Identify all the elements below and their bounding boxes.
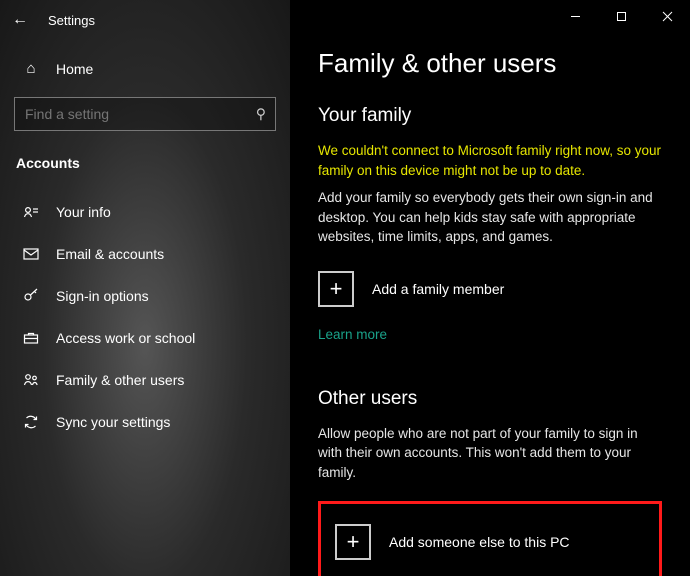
add-other-label: Add someone else to this PC <box>389 534 570 550</box>
menu-label: Family & other users <box>56 372 184 388</box>
home-nav[interactable]: ⌂ Home <box>0 50 290 87</box>
sidebar-item-email[interactable]: Email & accounts <box>0 233 290 275</box>
content-pane: Family & other users Your family We coul… <box>290 0 690 576</box>
plus-icon: + <box>335 524 371 560</box>
add-other-user-button[interactable]: + Add someone else to this PC <box>335 518 645 566</box>
highlighted-action: + Add someone else to this PC <box>318 501 662 576</box>
page-title: Family & other users <box>318 48 662 79</box>
menu-label: Email & accounts <box>56 246 164 262</box>
person-card-icon <box>22 204 40 220</box>
minimize-button[interactable] <box>552 0 598 32</box>
family-heading: Your family <box>318 105 662 127</box>
back-arrow-icon[interactable]: ← <box>12 11 28 29</box>
sidebar-menu: Your info Email & accounts Sign-in optio… <box>0 181 290 443</box>
menu-label: Sync your settings <box>56 414 170 430</box>
add-family-member-button[interactable]: + Add a family member <box>318 265 662 313</box>
key-icon <box>22 288 40 304</box>
home-label: Home <box>56 61 93 77</box>
menu-label: Your info <box>56 204 111 220</box>
sidebar-item-work[interactable]: Access work or school <box>0 317 290 359</box>
other-heading: Other users <box>318 388 662 410</box>
family-description: Add your family so everybody gets their … <box>318 188 662 247</box>
learn-more-link[interactable]: Learn more <box>318 327 387 342</box>
sidebar-item-sync[interactable]: Sync your settings <box>0 401 290 443</box>
mail-icon <box>22 246 40 262</box>
add-family-label: Add a family member <box>372 281 504 297</box>
other-description: Allow people who are not part of your fa… <box>318 424 662 483</box>
sync-icon <box>22 414 40 430</box>
family-warning: We couldn't connect to Microsoft family … <box>318 141 662 180</box>
settings-sidebar: ← Settings ⌂ Home ⚲ Accounts Your info E… <box>0 0 290 576</box>
people-icon <box>22 372 40 388</box>
sidebar-item-family[interactable]: Family & other users <box>0 359 290 401</box>
search-input[interactable] <box>14 97 276 131</box>
briefcase-icon <box>22 330 40 346</box>
menu-label: Sign-in options <box>56 288 149 304</box>
app-title: Settings <box>48 13 95 28</box>
sidebar-item-your-info[interactable]: Your info <box>0 191 290 233</box>
window-controls <box>552 0 690 32</box>
sidebar-category: Accounts <box>0 141 290 181</box>
titlebar: ← Settings <box>0 0 290 40</box>
maximize-button[interactable] <box>598 0 644 32</box>
plus-icon: + <box>318 271 354 307</box>
home-icon: ⌂ <box>22 60 40 77</box>
menu-label: Access work or school <box>56 330 195 346</box>
sidebar-item-signin[interactable]: Sign-in options <box>0 275 290 317</box>
close-button[interactable] <box>644 0 690 32</box>
